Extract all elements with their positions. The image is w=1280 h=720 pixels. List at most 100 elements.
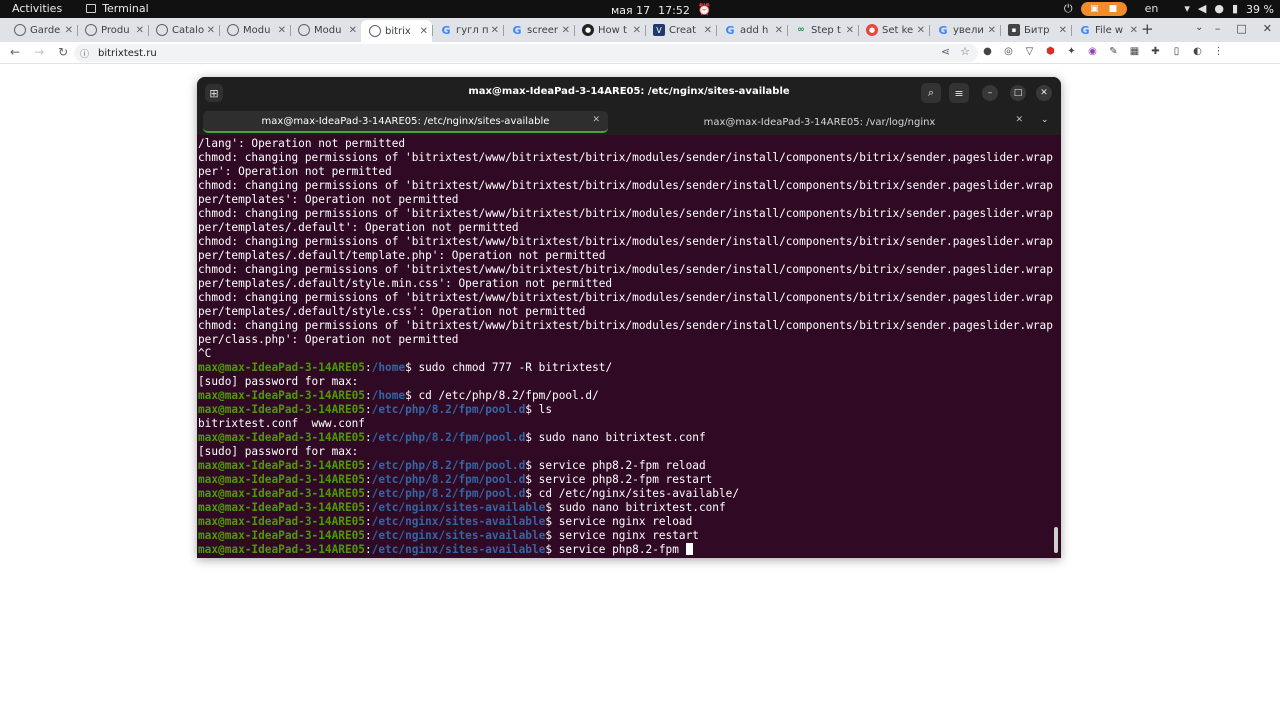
extension-bird-icon[interactable]: ✦ xyxy=(1066,46,1077,57)
tab-close-icon[interactable]: ✕ xyxy=(278,25,286,36)
extension-triangle-icon[interactable]: ▽ xyxy=(1024,46,1035,57)
tab-search-chevron-icon[interactable]: ⌄ xyxy=(1195,22,1203,33)
address-bar[interactable]: ⓘ bitrixtest.ru ⋖ ☆ xyxy=(74,44,978,62)
tab-close-icon[interactable]: ✕ xyxy=(633,25,641,36)
tab-close-icon[interactable]: ✕ xyxy=(917,25,925,36)
command-text: sudo nano bitrixtest.conf xyxy=(538,431,706,444)
browser-tab[interactable]: Produ ✕ xyxy=(77,20,148,40)
browser-tab[interactable]: ● Set ke ✕ xyxy=(858,20,929,40)
browser-tab[interactable]: Gadd h ✕ xyxy=(716,20,787,40)
terminal-line: per': Operation not permitted xyxy=(198,165,1054,179)
prompt-user: max@max-IdeaPad-3-14ARE05 xyxy=(198,529,365,542)
terminal-tabs-chevron-icon[interactable]: ⌄ xyxy=(1041,115,1049,125)
tab-close-icon[interactable]: ✕ xyxy=(420,26,428,37)
terminal-maximize-icon[interactable]: □ xyxy=(1010,85,1026,101)
output-text: chmod: changing permissions of 'bitrixte… xyxy=(198,179,1053,192)
terminal-line: max@max-IdeaPad-3-14ARE05:/etc/nginx/sit… xyxy=(198,515,693,528)
minimize-icon[interactable]: – xyxy=(1215,22,1221,35)
site-info-icon[interactable]: ⓘ xyxy=(80,47,92,60)
prompt-user: max@max-IdeaPad-3-14ARE05 xyxy=(198,361,365,374)
share-icon[interactable]: ⋖ xyxy=(941,45,950,58)
terminal-line: per/templates/.default/style.min.css': O… xyxy=(198,277,1054,291)
tab-close-icon[interactable]: ✕ xyxy=(988,25,996,36)
terminal-line: chmod: changing permissions of 'bitrixte… xyxy=(198,207,1054,221)
tab-close-icon[interactable]: ✕ xyxy=(704,25,712,36)
input-language[interactable]: en xyxy=(1145,1,1159,17)
terminal-line: max@max-IdeaPad-3-14ARE05:/etc/php/8.2/f… xyxy=(198,431,706,444)
browser-menu-icon[interactable]: ⋮ xyxy=(1213,46,1224,57)
browser-tab[interactable]: V Creat ✕ xyxy=(645,20,716,40)
browser-tab[interactable]: bitrix ✕ xyxy=(361,20,432,42)
browser-tab[interactable]: Gscreer ✕ xyxy=(503,20,574,40)
terminal-tab-close-icon[interactable]: ✕ xyxy=(1015,115,1023,125)
output-text: /lang': Operation not permitted xyxy=(198,137,406,150)
screen-recording-indicator[interactable]: ▣ ■ xyxy=(1080,2,1127,16)
address-url: bitrixtest.ru xyxy=(98,47,157,59)
tab-close-icon[interactable]: ✕ xyxy=(1130,25,1138,36)
profile-avatar-icon[interactable]: ◐ xyxy=(1192,46,1203,57)
tab-close-icon[interactable]: ✕ xyxy=(562,25,570,36)
tab-close-icon[interactable]: ✕ xyxy=(775,25,783,36)
browser-tab[interactable]: Modu ✕ xyxy=(290,20,361,40)
prompt-user: max@max-IdeaPad-3-14ARE05 xyxy=(198,459,365,472)
maximize-icon[interactable]: □ xyxy=(1236,22,1246,35)
browser-tab[interactable]: ∞ Step t ✕ xyxy=(787,20,858,40)
wifi-icon[interactable]: ▾ xyxy=(1184,1,1190,17)
terminal-minimize-icon[interactable]: – xyxy=(982,85,998,101)
browser-tab[interactable]: Catalo ✕ xyxy=(148,20,219,40)
terminal-line: /lang': Operation not permitted xyxy=(198,137,1054,151)
stop-icon: ■ xyxy=(1108,4,1118,14)
browser-tab[interactable]: G File w ✕ xyxy=(1071,20,1142,40)
extension-circle-icon[interactable]: ● xyxy=(982,46,993,57)
globe-favicon-icon xyxy=(298,24,310,36)
browser-tab[interactable]: Gгугл п ✕ xyxy=(432,20,503,40)
terminal-scrollbar[interactable] xyxy=(1054,527,1058,553)
activities-button[interactable]: Activities xyxy=(12,2,62,15)
extension-ring-icon[interactable]: ◎ xyxy=(1003,46,1014,57)
bookmark-star-icon[interactable]: ☆ xyxy=(960,45,970,58)
tab-close-icon[interactable]: ✕ xyxy=(65,25,73,36)
battery-icon[interactable]: ▮ xyxy=(1232,1,1238,17)
terminal-tab-log-nginx[interactable]: max@max-IdeaPad-3-14ARE05: /var/log/ngin… xyxy=(608,111,1031,133)
terminal-line: max@max-IdeaPad-3-14ARE05:/etc/php/8.2/f… xyxy=(198,473,713,486)
volume-icon[interactable]: ◀ xyxy=(1198,1,1206,17)
browser-tab[interactable]: Modu ✕ xyxy=(219,20,290,40)
tab-close-icon[interactable]: ✕ xyxy=(207,25,215,36)
extension-grid-icon[interactable]: ▦ xyxy=(1129,46,1140,57)
browser-tab[interactable]: ● How t ✕ xyxy=(574,20,645,40)
terminal-output[interactable]: /lang': Operation not permitted chmod: ch… xyxy=(198,137,1054,558)
tab-close-icon[interactable]: ✕ xyxy=(1059,25,1067,36)
output-text: per': Operation not permitted xyxy=(198,165,392,178)
browser-tab[interactable]: Gувели ✕ xyxy=(929,20,1000,40)
extensions-puzzle-icon[interactable]: ✚ xyxy=(1150,46,1161,57)
reload-icon[interactable]: ↻ xyxy=(58,45,68,59)
browser-tab[interactable]: ▪ Битр ✕ xyxy=(1000,20,1071,40)
terminal-search-icon[interactable]: ⌕ xyxy=(921,83,941,103)
prompt-user: max@max-IdeaPad-3-14ARE05 xyxy=(198,515,365,528)
back-arrow-icon[interactable]: ← xyxy=(10,45,20,59)
tab-close-icon[interactable]: ✕ xyxy=(136,25,144,36)
new-tab-button[interactable]: + xyxy=(1141,20,1154,38)
power-tray-icon[interactable]: ⏻ xyxy=(1064,1,1073,17)
side-panel-icon[interactable]: ▯ xyxy=(1171,46,1182,57)
app-menu[interactable]: Terminal xyxy=(86,2,149,15)
tab-close-icon[interactable]: ✕ xyxy=(491,25,499,36)
terminal-close-icon[interactable]: ✕ xyxy=(1036,85,1052,101)
browser-tab[interactable]: Garde ✕ xyxy=(6,20,77,40)
extension-pen-icon[interactable]: ✎ xyxy=(1108,46,1119,57)
clock[interactable]: мая 17 17:52 ⏰ xyxy=(611,2,712,18)
command-text: service php8.2-fpm reload xyxy=(538,459,706,472)
browser-tab-title: Step t xyxy=(811,24,841,36)
tab-close-icon[interactable]: ✕ xyxy=(846,25,854,36)
forward-arrow-icon[interactable]: → xyxy=(34,45,44,59)
extension-color-icon[interactable]: ◉ xyxy=(1087,46,1098,57)
prompt-user: max@max-IdeaPad-3-14ARE05 xyxy=(198,543,365,556)
close-icon[interactable]: ✕ xyxy=(1263,22,1272,35)
microphone-icon[interactable]: ● xyxy=(1214,1,1224,17)
terminal-menu-icon[interactable]: ≡ xyxy=(949,83,969,103)
terminal-tab-sites-available[interactable]: max@max-IdeaPad-3-14ARE05: /etc/nginx/si… xyxy=(203,111,608,133)
terminal-tab-close-icon[interactable]: ✕ xyxy=(592,115,600,125)
tab-close-icon[interactable]: ✕ xyxy=(349,25,357,36)
extension-red-shield-icon[interactable]: ⬢ xyxy=(1045,46,1056,57)
prompt-user: max@max-IdeaPad-3-14ARE05 xyxy=(198,403,365,416)
